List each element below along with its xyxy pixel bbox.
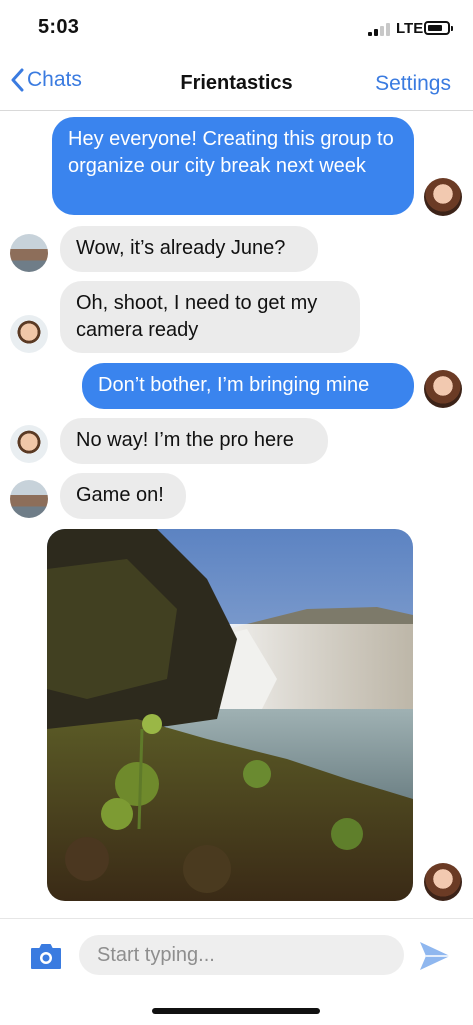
home-indicator[interactable] [152, 1008, 320, 1014]
message-bubble-incoming[interactable]: Game on! [60, 473, 186, 519]
waterfall-landscape-photo[interactable] [47, 529, 413, 901]
woman-avatar[interactable] [424, 178, 462, 216]
message-bubble-outgoing[interactable]: Don’t bother, I’m bringing mine [82, 363, 414, 409]
signal-icon [368, 22, 392, 36]
message-bubble-incoming[interactable]: Oh, shoot, I need to get my camera ready [60, 281, 360, 353]
message-bubble-incoming[interactable]: Wow, it’s already June? [60, 226, 318, 272]
message-bubble-incoming[interactable]: No way! I’m the pro here [60, 418, 328, 464]
network-label: LTE [396, 20, 424, 37]
message-list[interactable]: Hey everyone! Creating this group to org… [0, 111, 473, 917]
message-text: Game on! [76, 484, 164, 506]
message-text: Oh, shoot, I need to get my camera ready [76, 292, 318, 341]
settings-button[interactable]: Settings [375, 72, 451, 96]
status-time: 5:03 [38, 16, 80, 38]
message-bubble-outgoing[interactable]: Hey everyone! Creating this group to org… [52, 117, 414, 215]
man-avatar[interactable] [10, 425, 48, 463]
camera-icon[interactable] [29, 939, 63, 973]
chevron-left-icon [11, 68, 24, 92]
message-input[interactable] [79, 935, 404, 975]
message-text: Wow, it’s already June? [76, 237, 286, 259]
message-text: No way! I’m the pro here [76, 429, 294, 451]
message-composer [0, 918, 473, 1025]
message-text: Don’t bother, I’m bringing mine [98, 374, 370, 396]
back-label: Chats [27, 68, 82, 91]
battery-level [428, 25, 442, 31]
status-bar: 5:03 LTE [0, 0, 473, 52]
group-photo-avatar[interactable] [10, 234, 48, 272]
message-text: Hey everyone! Creating this group to org… [68, 128, 394, 177]
nav-bar: Chats Frientastics Settings [0, 56, 473, 111]
back-button[interactable]: Chats [10, 68, 82, 92]
man-avatar[interactable] [10, 315, 48, 353]
woman-avatar[interactable] [424, 863, 462, 901]
group-photo-avatar[interactable] [10, 480, 48, 518]
woman-avatar[interactable] [424, 370, 462, 408]
send-icon[interactable] [417, 939, 453, 973]
battery-icon [424, 21, 453, 35]
